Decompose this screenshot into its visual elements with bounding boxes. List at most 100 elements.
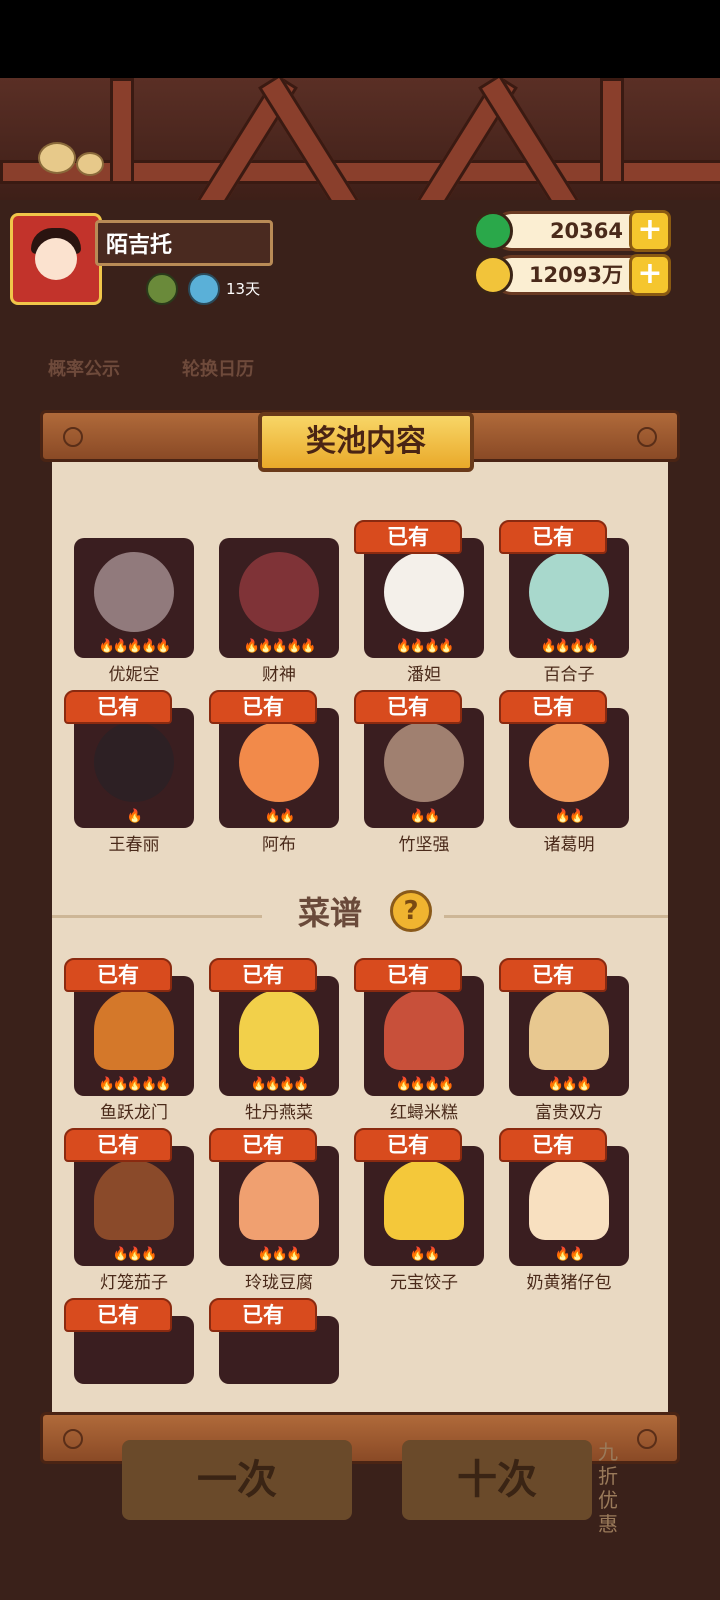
recipe-card[interactable]: 🔥🔥🔥🔥 xyxy=(219,976,339,1096)
recipe-card[interactable]: 🔥🔥🔥 xyxy=(219,1146,339,1266)
flame-rating-icon: 🔥🔥🔥 xyxy=(257,1247,303,1262)
recipe-name: 玲珑豆腐 xyxy=(245,1273,313,1293)
owned-badge: 已有 xyxy=(209,1128,317,1162)
character-card[interactable]: 🔥 xyxy=(74,708,194,828)
owned-badge: 已有 xyxy=(354,1128,462,1162)
character-name: 百合子 xyxy=(543,665,595,685)
owned-badge: 已有 xyxy=(499,690,607,724)
flame-rating-icon: 🔥🔥🔥🔥🔥 xyxy=(243,639,317,654)
add-jade-button[interactable]: + xyxy=(629,210,671,252)
flame-rating-icon: 🔥🔥🔥🔥 xyxy=(250,1077,310,1092)
owned-badge: 已有 xyxy=(354,958,462,992)
recipe-name: 元宝饺子 xyxy=(390,1273,458,1293)
recipe-section-title: 菜谱 xyxy=(298,894,363,932)
flame-rating-icon: 🔥🔥 xyxy=(554,1247,585,1262)
character-name: 王春丽 xyxy=(108,835,160,855)
avatar[interactable] xyxy=(10,213,102,305)
recipe-card[interactable]: 🔥🔥 xyxy=(364,1146,484,1266)
owned-badge: 已有 xyxy=(209,690,317,724)
character-card[interactable]: 🔥🔥🔥🔥 xyxy=(364,538,484,658)
owned-badge: 已有 xyxy=(354,690,462,724)
recipe-name: 牡丹燕菜 xyxy=(245,1103,313,1123)
owned-badge: 已有 xyxy=(64,958,172,992)
character-portrait xyxy=(94,552,174,632)
owned-badge: 已有 xyxy=(209,1298,317,1332)
character-portrait xyxy=(94,722,174,802)
recipe-card[interactable]: 🔥🔥🔥🔥🔥 xyxy=(74,976,194,1096)
pet-icon[interactable] xyxy=(146,273,178,305)
character-card[interactable]: 🔥🔥🔥🔥🔥 xyxy=(219,538,339,658)
owned-badge: 已有 xyxy=(354,520,462,554)
flame-rating-icon: 🔥🔥🔥🔥🔥 xyxy=(98,1077,172,1092)
coin-currency: 12093万 + xyxy=(473,254,671,296)
character-name: 优妮空 xyxy=(108,665,160,685)
character-name: 财神 xyxy=(262,665,296,685)
recipe-portrait xyxy=(384,990,464,1070)
chick-icon xyxy=(38,142,76,174)
flame-rating-icon: 🔥🔥🔥 xyxy=(547,1077,593,1092)
owned-badge: 已有 xyxy=(64,1128,172,1162)
recipe-portrait xyxy=(239,990,319,1070)
player-name: 陌吉托 xyxy=(95,220,273,266)
owned-badge: 已有 xyxy=(209,958,317,992)
recipe-card[interactable]: 🔥🔥🔥🔥 xyxy=(364,976,484,1096)
help-icon[interactable]: ? xyxy=(390,890,432,932)
status-bar xyxy=(0,0,720,78)
character-portrait xyxy=(384,552,464,632)
recipe-portrait xyxy=(94,990,174,1070)
character-portrait xyxy=(384,722,464,802)
recipe-card[interactable]: 🔥🔥🔥 xyxy=(509,976,629,1096)
recipe-portrait xyxy=(94,1160,174,1240)
flame-rating-icon: 🔥🔥 xyxy=(409,1247,440,1262)
recipe-name: 奶黄猪仔包 xyxy=(526,1273,612,1293)
calendar-button[interactable]: 轮换日历 xyxy=(182,355,254,381)
character-name: 阿布 xyxy=(262,835,296,855)
discount-tag: 九折优惠 xyxy=(598,1440,618,1536)
character-card[interactable]: 🔥🔥 xyxy=(364,708,484,828)
coin-amount: 12093万 xyxy=(528,263,623,287)
flame-rating-icon: 🔥🔥🔥🔥🔥 xyxy=(98,639,172,654)
character-portrait xyxy=(239,722,319,802)
coin-icon xyxy=(473,255,513,295)
drink-icon[interactable] xyxy=(188,273,220,305)
flame-rating-icon: 🔥🔥 xyxy=(264,809,295,824)
owned-badge: 已有 xyxy=(64,1298,172,1332)
probability-button[interactable]: 概率公示 xyxy=(48,355,120,381)
flame-rating-icon: 🔥🔥🔥🔥 xyxy=(395,639,455,654)
single-draw-button[interactable]: 一次 xyxy=(122,1440,352,1520)
flame-rating-icon: 🔥🔥🔥🔥 xyxy=(395,1077,455,1092)
flame-rating-icon: 🔥 xyxy=(126,809,143,824)
character-card[interactable]: 🔥🔥🔥🔥 xyxy=(509,538,629,658)
roof-background xyxy=(0,78,720,200)
recipe-card[interactable]: 🔥🔥 xyxy=(509,1146,629,1266)
jade-icon xyxy=(473,211,513,251)
recipe-card[interactable]: 🔥🔥🔥 xyxy=(74,1146,194,1266)
jade-currency: 20364 + xyxy=(473,210,671,252)
recipe-portrait xyxy=(239,1160,319,1240)
recipe-portrait xyxy=(384,1160,464,1240)
character-portrait xyxy=(529,552,609,632)
recipe-name: 富贵双方 xyxy=(535,1103,603,1123)
jade-amount: 20364 xyxy=(549,219,623,243)
flame-rating-icon: 🔥🔥 xyxy=(554,809,585,824)
character-name: 竹坚强 xyxy=(398,835,450,855)
recipe-portrait xyxy=(529,1160,609,1240)
character-card[interactable]: 🔥🔥 xyxy=(509,708,629,828)
add-coin-button[interactable]: + xyxy=(629,254,671,296)
ten-draw-button[interactable]: 十次 xyxy=(402,1440,592,1520)
character-portrait xyxy=(529,722,609,802)
flame-rating-icon: 🔥🔥🔥🔥 xyxy=(540,639,600,654)
recipe-name: 灯笼茄子 xyxy=(100,1273,168,1293)
recipe-name: 鱼跃龙门 xyxy=(100,1103,168,1123)
flame-rating-icon: 🔥🔥 xyxy=(409,809,440,824)
recipe-name: 红蟳米糕 xyxy=(390,1103,458,1123)
character-name: 潘妲 xyxy=(407,665,441,685)
character-name: 诸葛明 xyxy=(543,835,595,855)
chick-icon xyxy=(76,152,104,176)
owned-badge: 已有 xyxy=(499,958,607,992)
character-card[interactable]: 🔥🔥 xyxy=(219,708,339,828)
character-card[interactable]: 🔥🔥🔥🔥🔥 xyxy=(74,538,194,658)
owned-badge: 已有 xyxy=(499,1128,607,1162)
recipe-portrait xyxy=(529,990,609,1070)
owned-badge: 已有 xyxy=(499,520,607,554)
